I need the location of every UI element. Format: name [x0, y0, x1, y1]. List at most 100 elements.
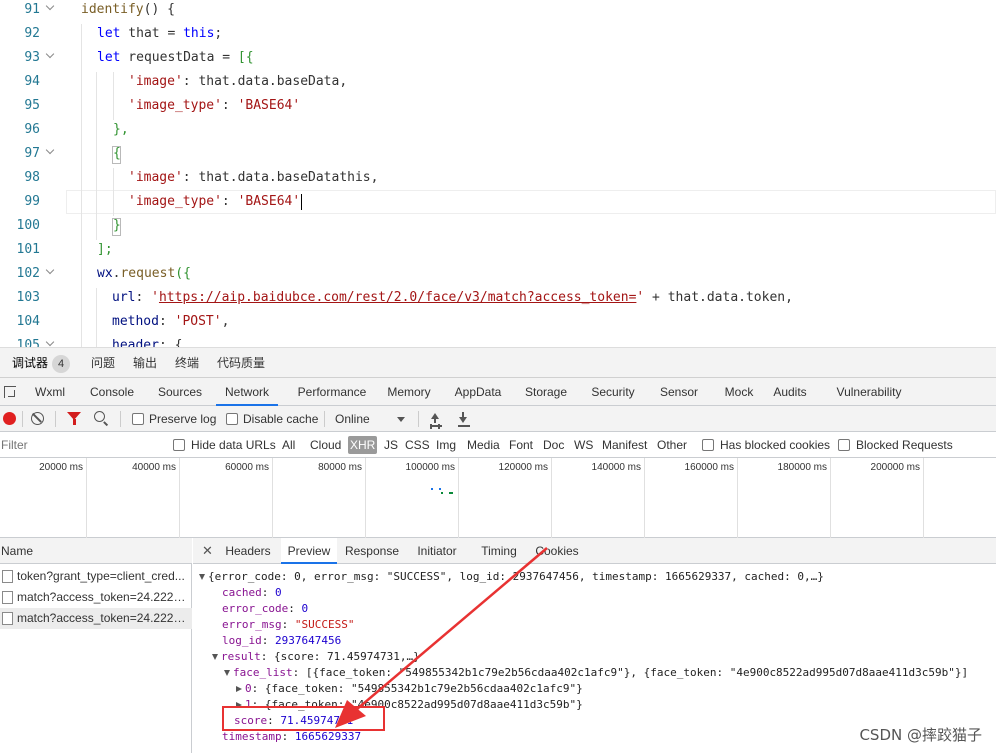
type-filter-xhr[interactable]: XHR [348, 436, 378, 454]
json-value: 1665629337 [294, 730, 362, 743]
code-line: let requestData = [{ [0, 46, 996, 70]
timeline-tick-label: 160000 ms [684, 462, 734, 473]
type-filter-other[interactable]: Other [655, 436, 689, 454]
code-line: 'image_type': 'BASE64' [0, 190, 996, 214]
record-icon[interactable] [3, 412, 16, 425]
type-filter-manifest[interactable]: Manifest [600, 436, 649, 454]
tab-vulnerability[interactable]: Vulnerability [826, 378, 912, 406]
type-filter-all[interactable]: All [280, 436, 297, 454]
code-token: + that.data.token, [644, 290, 793, 305]
tab-code-quality[interactable]: 代码质量 [217, 348, 265, 378]
tab-performance[interactable]: Performance [290, 378, 374, 406]
tab-sensor[interactable]: Sensor [656, 378, 702, 406]
code-token: ; [214, 26, 223, 41]
tab-initiator[interactable]: Initiator [407, 538, 467, 564]
hide-data-urls-checkbox[interactable] [173, 439, 185, 451]
type-filter-media[interactable]: Media [465, 436, 502, 454]
has-blocked-cookies-checkbox[interactable] [702, 439, 714, 451]
search-icon[interactable] [94, 411, 105, 422]
timeline-gridline [365, 458, 366, 538]
code-url-link[interactable]: https://aip.baidubce.com/rest/2.0/face/v… [159, 290, 636, 305]
tab-preview[interactable]: Preview [281, 538, 337, 564]
preserve-log-checkbox[interactable] [132, 413, 144, 425]
export-har-icon[interactable] [457, 412, 469, 426]
type-filter-doc[interactable]: Doc [541, 436, 566, 454]
tab-network[interactable]: Network [216, 378, 278, 406]
blocked-requests-checkbox[interactable] [838, 439, 850, 451]
code-line: wx.request({ [0, 262, 996, 286]
tab-mock[interactable]: Mock [717, 378, 761, 406]
tab-wxml[interactable]: Wxml [30, 378, 70, 406]
code-line: identify() { [0, 0, 996, 22]
clear-icon[interactable] [31, 412, 44, 425]
inspect-element-icon[interactable] [4, 386, 16, 398]
code-token: this [183, 26, 215, 41]
tab-debugger[interactable]: 调试器 4 [12, 348, 71, 378]
disable-cache-checkbox[interactable] [226, 413, 238, 425]
network-overview-timeline[interactable]: 20000 ms 40000 ms 60000 ms 80000 ms 100000 m… [0, 458, 996, 538]
toolbar-divider [120, 411, 121, 427]
debugger-badge: 4 [52, 355, 71, 373]
tab-memory[interactable]: Memory [380, 378, 438, 406]
tab-appdata[interactable]: AppData [446, 378, 510, 406]
timeline-gridline [644, 458, 645, 538]
type-filter-font[interactable]: Font [507, 436, 535, 454]
json-value: {face_token: "549855342b1c79e2b56cdaa402… [264, 682, 583, 695]
tab-audits[interactable]: Audits [768, 378, 812, 406]
type-filter-css[interactable]: CSS [403, 436, 432, 454]
network-toolbar: Preserve log Disable cache Online [0, 406, 996, 432]
code-token: let [97, 26, 121, 41]
request-row[interactable]: match?access_token=24.2224... [0, 587, 192, 608]
timeline-tick-label: 40000 ms [132, 462, 176, 473]
json-row[interactable]: face_list: [{face_token: "549855342b1c79… [224, 665, 968, 681]
xhr-file-icon [2, 591, 13, 604]
code-token: 'BASE64' [237, 98, 301, 113]
bottom-tab-bar: 调试器 4 问题 输出 终端 代码质量 [0, 348, 996, 378]
code-line: 'image': that.data.baseDatathis, [0, 166, 996, 190]
json-row[interactable]: result: {score: 71.45974731,…} [212, 649, 420, 665]
tab-security[interactable]: Security [582, 378, 644, 406]
throttle-select[interactable]: Online [335, 406, 370, 432]
json-root-row[interactable]: {error_code: 0, error_msg: "SUCCESS", lo… [199, 569, 824, 585]
filter-icon[interactable] [67, 412, 81, 425]
export-base-icon [458, 425, 470, 427]
close-icon[interactable]: ✕ [202, 543, 213, 559]
tab-cookies[interactable]: Cookies [529, 538, 585, 564]
tab-sources[interactable]: Sources [151, 378, 209, 406]
code-token: method [112, 314, 159, 329]
json-row[interactable]: 0: {face_token: "549855342b1c79e2b56cdaa… [236, 681, 583, 697]
import-har-icon[interactable] [429, 412, 441, 426]
type-filter-js[interactable]: JS [382, 436, 400, 454]
tab-terminal-label: 终端 [175, 356, 200, 370]
tab-headers[interactable]: Headers [219, 538, 277, 564]
toolbar-divider [324, 411, 325, 427]
tab-issues[interactable]: 问题 [91, 348, 115, 378]
code-token: , [221, 314, 230, 329]
json-row: log_id: 2937647456 [222, 634, 342, 647]
code-token: request [120, 266, 176, 281]
request-row[interactable]: token?grant_type=client_cred... [0, 566, 192, 587]
expand-triangle-icon [212, 654, 218, 660]
tab-terminal[interactable]: 终端 [175, 348, 199, 378]
code-token: [{ [237, 50, 254, 65]
preserve-log-label: Preserve log [149, 412, 217, 426]
type-filter-ws[interactable]: WS [572, 436, 595, 454]
code-token: 'image' [128, 74, 183, 89]
code-line: method: 'POST', [0, 310, 996, 334]
request-bar [431, 488, 433, 490]
json-key: error_code [222, 602, 289, 615]
name-column-header[interactable]: Name [0, 538, 192, 564]
tab-storage[interactable]: Storage [518, 378, 574, 406]
tab-timing[interactable]: Timing [473, 538, 525, 564]
request-row[interactable]: match?access_token=24.2224... [0, 608, 192, 629]
json-value: {score: 71.45974731,…} [274, 650, 420, 663]
code-editor[interactable]: 91 92 93 94 95 96 97 98 99 100 101 102 103 104 105 ide… [0, 0, 996, 347]
tab-response[interactable]: Response [341, 538, 403, 564]
timeline-tick-label: 200000 ms [870, 462, 920, 473]
filter-input[interactable] [0, 435, 160, 455]
type-filter-img[interactable]: Img [434, 436, 458, 454]
code-token: : [221, 98, 238, 113]
type-filter-cloud[interactable]: Cloud [308, 436, 343, 454]
tab-console[interactable]: Console [84, 378, 140, 406]
tab-output[interactable]: 输出 [133, 348, 157, 378]
